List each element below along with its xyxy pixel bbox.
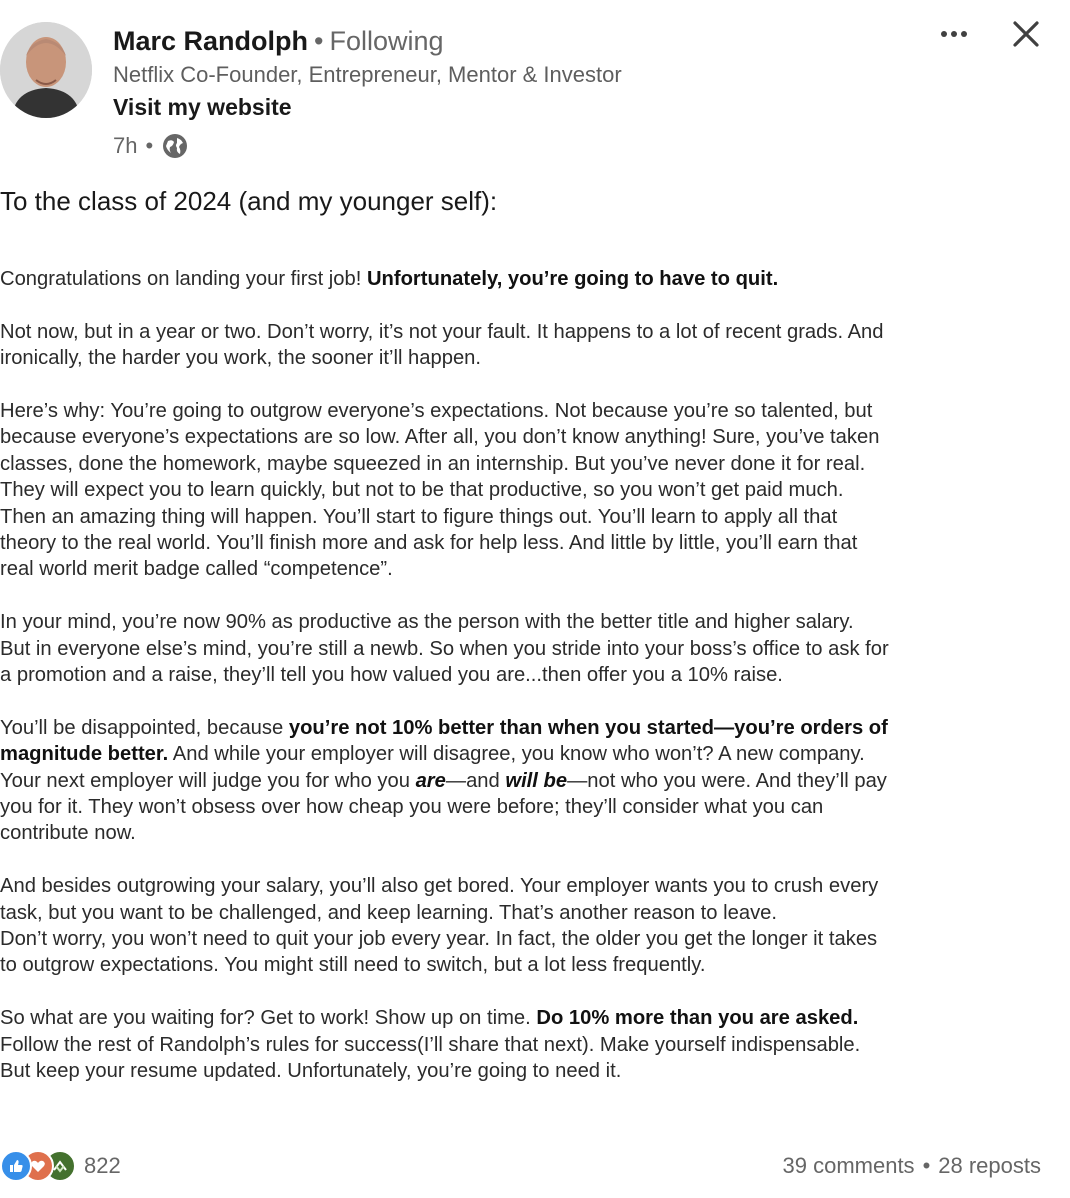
follow-status[interactable]: Following [329, 26, 443, 56]
post-time: 7h [113, 133, 138, 158]
bold-italic-text: will be [505, 769, 568, 792]
line: a promotion and a raise, they’ll tell yo… [0, 664, 783, 687]
author-name[interactable]: Marc Randolph [113, 26, 308, 56]
line: You’ll be disappointed, because you’re n… [0, 715, 1040, 741]
line: Not now, but in a year or two. Don’t wor… [0, 320, 884, 343]
line: They will expect you to learn quickly, b… [0, 479, 844, 502]
text: —not who you were. And they’ll pay [567, 769, 887, 792]
text: —and [445, 769, 506, 792]
author-name-row: Marc Randolph • Following [113, 26, 444, 57]
line: But keep your resume updated. Unfortunat… [0, 1060, 622, 1083]
line: Don’t worry, you won’t need to quit your… [0, 928, 878, 951]
paragraph-1: Congratulations on landing your first jo… [0, 266, 1040, 292]
paragraph-7: So what are you waiting for? Get to work… [0, 1005, 1040, 1084]
more-options-icon[interactable] [938, 20, 972, 48]
line: because everyone’s expectations are so l… [0, 426, 880, 449]
post-letter: Congratulations on landing your first jo… [0, 266, 1040, 1111]
stats-separator: • [922, 1153, 931, 1178]
text: Your next employer will judge you for wh… [0, 769, 416, 792]
visit-website-link[interactable]: Visit my website [113, 94, 292, 121]
reactions-summary[interactable]: 822 [0, 1150, 121, 1182]
bold-text: Do 10% more than you are asked. [536, 1007, 859, 1030]
author-headline: Netflix Co-Founder, Entrepreneur, Mentor… [113, 62, 622, 87]
paragraph-3: Here’s why: You’re going to outgrow ever… [0, 398, 1040, 583]
meta-separator: • [145, 133, 154, 158]
bold-text: Unfortunately, you’re going to have to q… [366, 268, 779, 290]
line: task, but you want to be challenged, and… [0, 901, 778, 924]
post-meta: 7h • [113, 132, 189, 160]
reposts-link[interactable]: 28 reposts [938, 1153, 1041, 1178]
line: Here’s why: You’re going to outgrow ever… [0, 400, 873, 422]
text: So what are you waiting for? Get to work… [0, 1007, 537, 1030]
text: Congratulations on landing your first jo… [0, 268, 367, 290]
line: Follow the rest of Randolph’s rules for … [0, 1033, 861, 1056]
like-icon [0, 1150, 32, 1182]
text: And while your employer will disagree, y… [168, 743, 865, 766]
engagement-stats: 39 comments • 28 reposts [783, 1153, 1042, 1179]
bold-text: you’re not 10% better than when you star… [288, 716, 888, 739]
line: classes, done the homework, maybe squeez… [0, 452, 866, 475]
line: But in everyone else’s mind, you’re stil… [0, 637, 889, 660]
close-icon[interactable] [1010, 18, 1042, 50]
line: In your mind, you’re now 90% as producti… [0, 611, 854, 634]
paragraph-5: You’ll be disappointed, because you’re n… [0, 715, 1040, 847]
post-intro: To the class of 2024 (and my younger sel… [0, 186, 498, 216]
comments-link[interactable]: 39 comments [783, 1153, 915, 1178]
line: contribute now. [0, 822, 136, 845]
line: So what are you waiting for? Get to work… [0, 1005, 1040, 1031]
bold-italic-text: are [415, 769, 446, 792]
line: Your next employer will judge you for wh… [0, 768, 1040, 794]
separator-dot: • [314, 26, 324, 56]
bold-text: magnitude better. [0, 743, 169, 766]
paragraph-4: In your mind, you’re now 90% as producti… [0, 609, 1040, 688]
reaction-count[interactable]: 822 [84, 1153, 121, 1179]
line: Then an amazing thing will happen. You’l… [0, 505, 838, 528]
line: theory to the real world. You’ll finish … [0, 532, 858, 555]
line: ironically, the harder you work, the soo… [0, 347, 482, 370]
line: And besides outgrowing your salary, you’… [0, 875, 879, 898]
line: to outgrow expectations. You might still… [0, 954, 706, 977]
paragraph-2: Not now, but in a year or two. Don’t wor… [0, 319, 1040, 372]
line: you for it. They won’t obsess over how c… [0, 796, 824, 819]
author-avatar[interactable] [0, 22, 92, 118]
text: You’ll be disappointed, because [0, 716, 289, 739]
paragraph-6: And besides outgrowing your salary, you’… [0, 873, 1040, 979]
line: magnitude better. And while your employe… [0, 741, 1040, 767]
line: real world merit badge called “competenc… [0, 558, 393, 581]
globe-icon [161, 132, 189, 160]
